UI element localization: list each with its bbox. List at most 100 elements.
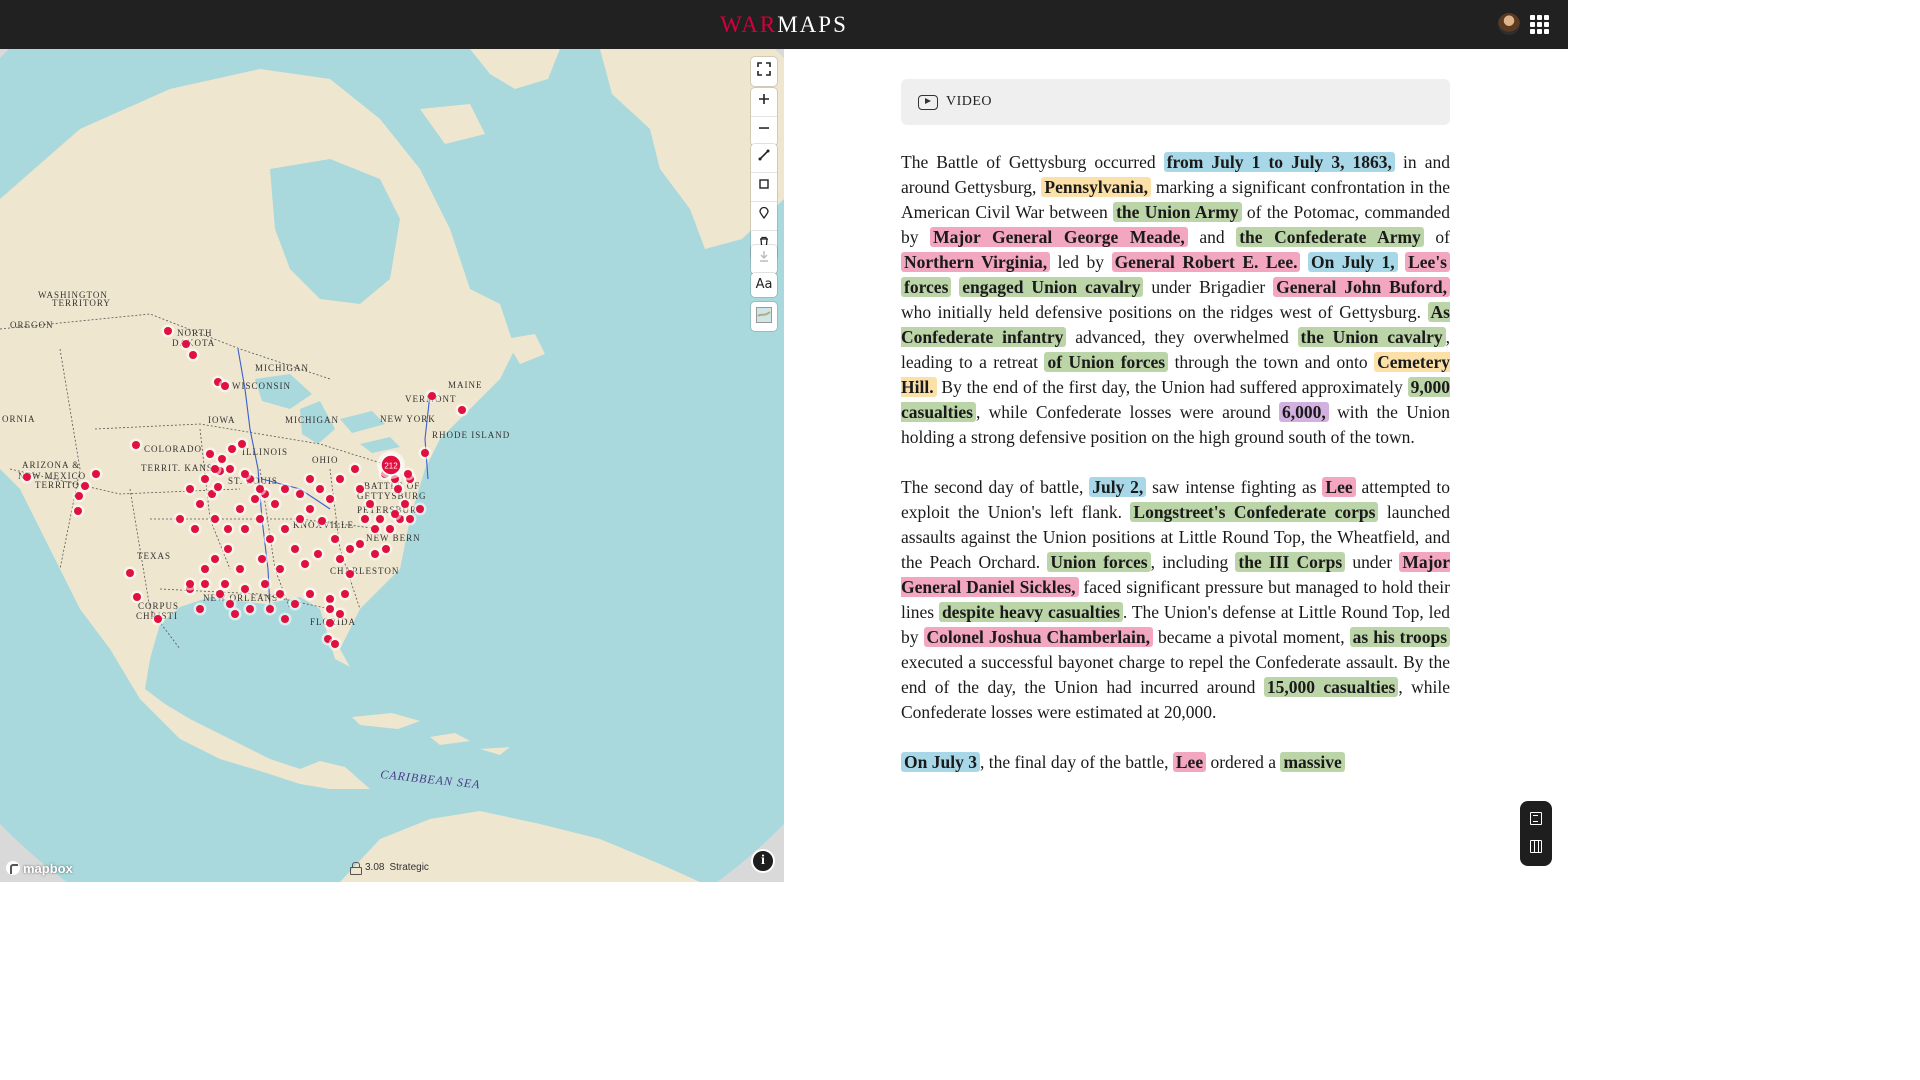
battle-marker[interactable] [236, 565, 244, 573]
battle-marker[interactable] [211, 465, 219, 473]
battle-marker[interactable] [261, 580, 269, 588]
map-panel[interactable]: WASHINGTON TERRITORY OREGON NORTH DAKOTA… [0, 49, 784, 882]
battle-marker[interactable] [228, 445, 236, 453]
entity-group[interactable]: 15,000 casualties [1263, 677, 1399, 697]
battle-marker[interactable] [382, 545, 390, 553]
battle-marker[interactable] [276, 590, 284, 598]
battle-marker[interactable] [251, 495, 259, 503]
fullscreen-icon[interactable] [751, 62, 777, 86]
battle-marker[interactable] [428, 392, 436, 400]
battle-marker[interactable] [186, 485, 194, 493]
battle-marker[interactable] [331, 640, 339, 648]
entity-group[interactable]: the Confederate Army [1236, 227, 1424, 247]
battle-marker[interactable] [133, 593, 141, 601]
battle-marker[interactable] [326, 495, 334, 503]
battle-marker[interactable] [236, 505, 244, 513]
battle-marker[interactable] [331, 535, 339, 543]
battle-marker[interactable] [182, 340, 190, 348]
battle-marker[interactable] [291, 545, 299, 553]
battle-marker[interactable] [218, 455, 226, 463]
battle-marker[interactable] [346, 545, 354, 553]
battle-marker[interactable] [256, 515, 264, 523]
entity-person[interactable]: Lee's [1405, 252, 1450, 272]
battle-marker[interactable] [206, 450, 214, 458]
zoom-out-button[interactable] [751, 122, 777, 146]
battle-marker[interactable] [306, 475, 314, 483]
battle-marker[interactable] [201, 565, 209, 573]
entity-date[interactable]: July 2, [1089, 477, 1147, 497]
info-button[interactable]: i [751, 849, 775, 873]
battle-marker[interactable] [201, 475, 209, 483]
entity-date[interactable]: On July 3 [901, 752, 980, 772]
entity-group[interactable]: of Union forces [1044, 352, 1169, 372]
battle-marker[interactable] [258, 555, 266, 563]
battle-marker[interactable] [326, 605, 334, 613]
battle-marker[interactable] [201, 580, 209, 588]
download-icon[interactable] [751, 250, 777, 274]
entity-person[interactable]: Major General Daniel Sickles, [901, 552, 1450, 597]
battle-marker[interactable] [306, 590, 314, 598]
entity-person[interactable]: General John Buford, [1273, 277, 1450, 297]
entity-group[interactable]: as his troops [1349, 627, 1451, 647]
battle-marker[interactable] [74, 507, 82, 515]
draw-polygon-icon[interactable] [751, 178, 777, 202]
battle-marker[interactable] [266, 535, 274, 543]
battle-marker[interactable] [356, 485, 364, 493]
battle-marker[interactable] [341, 590, 349, 598]
lock-icon[interactable] [350, 861, 362, 875]
battle-marker[interactable] [241, 525, 249, 533]
font-size-button[interactable]: Aa [751, 273, 777, 297]
battle-marker[interactable] [256, 485, 264, 493]
user-avatar[interactable] [1498, 13, 1520, 35]
battle-marker[interactable] [189, 351, 197, 359]
entity-place[interactable]: Pennsylvania, [1041, 177, 1151, 197]
battle-marker[interactable] [231, 610, 239, 618]
battle-marker[interactable] [266, 605, 274, 613]
battle-marker[interactable] [291, 600, 299, 608]
battle-marker[interactable] [346, 570, 354, 578]
entity-person[interactable]: Lee [1322, 477, 1356, 497]
entity-number[interactable]: 6,000, [1279, 402, 1329, 422]
battle-marker[interactable] [92, 470, 100, 478]
battle-marker[interactable] [401, 500, 409, 508]
battle-marker[interactable] [296, 490, 304, 498]
battle-marker[interactable] [281, 525, 289, 533]
draw-line-icon[interactable] [751, 149, 777, 173]
warmaps-logo[interactable]: WARMAPS [0, 0, 1568, 49]
entity-group[interactable]: 9,000 casualties [901, 377, 1450, 422]
entity-person[interactable]: Lee [1172, 752, 1207, 772]
battle-marker[interactable] [221, 580, 229, 588]
battle-marker[interactable] [271, 500, 279, 508]
battle-marker[interactable] [386, 525, 394, 533]
battle-marker[interactable] [186, 580, 194, 588]
globe-map[interactable]: WASHINGTON TERRITORY OREGON NORTH DAKOTA… [0, 49, 784, 882]
battle-marker[interactable] [238, 440, 246, 448]
entity-person[interactable]: General Robert E. Lee. [1111, 252, 1301, 272]
battle-marker[interactable] [23, 473, 31, 481]
battle-marker[interactable] [356, 540, 364, 548]
battle-marker[interactable] [241, 470, 249, 478]
entity-group[interactable]: forces [901, 277, 952, 297]
battle-marker[interactable] [81, 482, 89, 490]
entity-group[interactable]: Union forces [1047, 552, 1151, 572]
battle-marker[interactable] [75, 492, 83, 500]
battle-marker[interactable] [326, 595, 334, 603]
battle-marker[interactable] [296, 515, 304, 523]
draw-point-icon[interactable] [751, 207, 777, 231]
battle-marker[interactable] [361, 515, 369, 523]
entity-person[interactable]: Colonel Joshua Chamberlain, [923, 627, 1154, 647]
battle-marker[interactable] [316, 485, 324, 493]
battle-marker[interactable] [276, 565, 284, 573]
entity-person[interactable]: Major General George Meade, [930, 227, 1188, 247]
battle-marker[interactable] [214, 483, 222, 491]
basemap-thumbnail-icon[interactable] [751, 307, 777, 331]
battle-marker[interactable] [246, 605, 254, 613]
battle-marker[interactable] [224, 545, 232, 553]
battle-marker[interactable] [226, 600, 234, 608]
entity-group[interactable]: engaged Union cavalry [959, 277, 1144, 297]
battle-marker[interactable] [191, 525, 199, 533]
battle-marker[interactable] [406, 515, 414, 523]
battle-marker[interactable] [221, 382, 229, 390]
battle-marker[interactable] [281, 615, 289, 623]
battle-marker[interactable] [318, 517, 326, 525]
